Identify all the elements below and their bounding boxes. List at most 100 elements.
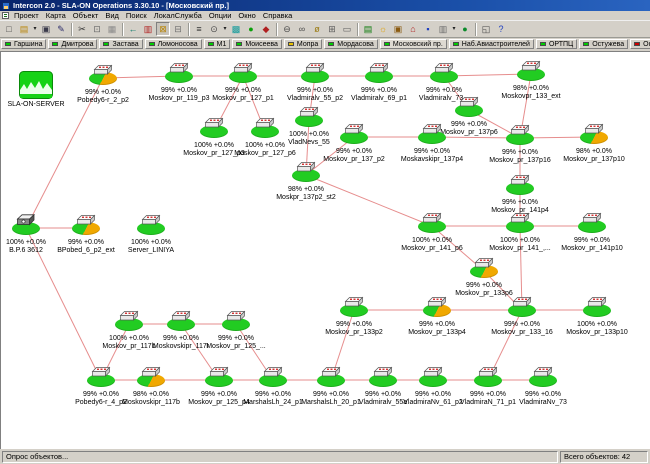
node-graphic <box>465 174 575 195</box>
router-icon <box>138 214 164 227</box>
map-tab-3[interactable]: Застава <box>99 39 142 49</box>
pointer-tool-icon[interactable]: ✎ <box>54 22 68 36</box>
map-object-icon[interactable]: ▣ <box>391 22 405 36</box>
menu-item-8[interactable]: Окно <box>238 11 255 20</box>
map-tab-9[interactable]: Московский пр. <box>380 39 447 49</box>
chart-icon[interactable]: ▥ <box>436 22 450 36</box>
map-tab-12[interactable]: Остужева <box>579 39 628 49</box>
tab-label: Наб.Авиастроителей <box>462 41 530 48</box>
router-icon <box>581 123 607 136</box>
node-metric: 100% +0.0% <box>96 239 206 247</box>
map-node-server-liniya[interactable]: 100% +0.0%Server_LINIYA <box>96 214 206 254</box>
link-icon[interactable]: ∞ <box>295 22 309 36</box>
map-node-moskov-pr-133p6[interactable]: 99% +0.0%Moskov_pr_133p6 <box>429 257 539 297</box>
traffic-light-icon[interactable]: ● <box>244 22 258 36</box>
hint-lamp-icon[interactable]: ☼ <box>376 22 390 36</box>
key-icon[interactable]: ø <box>310 22 324 36</box>
node-graphic <box>414 96 524 117</box>
save-project-icon[interactable]: ▣ <box>39 22 53 36</box>
menu-item-1[interactable]: Проект <box>14 11 39 20</box>
map-tab-5[interactable]: М1 <box>204 39 231 49</box>
map-tab-13[interactable]: Офисные центры <box>630 39 650 49</box>
menu-item-9[interactable]: Справка <box>263 11 292 20</box>
report-list-icon[interactable]: ▤ <box>361 22 375 36</box>
tab-status-dot <box>634 42 640 46</box>
router-icon <box>518 60 544 73</box>
help-icon[interactable]: ? <box>494 22 508 36</box>
tool-bar: □▤▾▣✎✂⊡▦←▥⊠⊟≡⊙▾▩●◆⊖∞ø⊞▭▤☼▣⌂▪▥▾●◱? <box>0 20 650 38</box>
cascade-windows-icon[interactable]: ◱ <box>479 22 493 36</box>
menu-item-6[interactable]: ЛокалСлужба <box>154 11 202 20</box>
map-tab-1[interactable]: Гаршина <box>1 39 46 49</box>
table-icon[interactable]: ⊞ <box>325 22 339 36</box>
node-metric: 98% +0.0% <box>539 148 649 156</box>
map-node-moskov-pr-141p10[interactable]: 99% +0.0%Moskov_pr_141p10 <box>537 212 647 252</box>
node-metric: 99% +0.0% <box>537 237 647 245</box>
map-node-moskov-pr-133p10[interactable]: 100% +0.0%Moskov_pr_133p10 <box>542 296 650 336</box>
picture-icon[interactable]: ▩ <box>229 22 243 36</box>
node-graphic <box>539 123 649 144</box>
home-icon[interactable]: ⌂ <box>406 22 420 36</box>
tab-status-dot <box>328 42 334 46</box>
network-map-canvas[interactable]: SLA-ON-SERVER 99% +0.0%Pobedy6-r_2_p299%… <box>0 51 650 449</box>
unlock-object-icon[interactable]: ⊟ <box>171 22 185 36</box>
map-node-moskov-pr-125[interactable]: 99% +0.0%Moskov_pr_125_... <box>181 310 291 350</box>
map-tab-11[interactable]: ОРТПЦ <box>536 39 577 49</box>
menu-item-2[interactable]: Карта <box>46 11 66 20</box>
open-project-icon[interactable]: ▤ <box>17 22 31 36</box>
lock-object-icon[interactable]: ⊠ <box>156 22 170 36</box>
binoculars-icon[interactable]: ⊙ <box>207 22 221 36</box>
document-icon[interactable] <box>2 12 9 19</box>
map-tab-4[interactable]: Ломоносова <box>145 39 202 49</box>
node-graphic <box>251 161 361 182</box>
menu-item-5[interactable]: Поиск <box>126 11 147 20</box>
map-node-vladmiranv-73[interactable]: 99% +0.0%VladmiraNv_73 <box>488 366 598 406</box>
map-tab-10[interactable]: Наб.Авиастроителей <box>449 39 534 49</box>
menu-item-3[interactable]: Объект <box>73 11 99 20</box>
copy-icon[interactable]: ⊡ <box>90 22 104 36</box>
paste-icon[interactable]: ▦ <box>105 22 119 36</box>
menu-item-4[interactable]: Вид <box>105 11 119 20</box>
window-icon[interactable]: ▭ <box>340 22 354 36</box>
map-node-moskov-pr-137p10[interactable]: 98% +0.0%Moskov_pr_137p10 <box>539 123 649 163</box>
map-node-layer: SLA-ON-SERVER 99% +0.0%Pobedy6-r_2_p299%… <box>1 52 650 448</box>
back-arrow-icon[interactable]: ← <box>126 22 140 36</box>
toolbar-separator <box>122 23 124 36</box>
tab-label: Ломоносова <box>158 41 198 48</box>
sla-on-server-node[interactable]: SLA-ON-SERVER <box>0 71 91 109</box>
cut-icon[interactable]: ✂ <box>75 22 89 36</box>
tab-status-dot <box>288 42 294 46</box>
monitor-icon[interactable]: ▪ <box>421 22 435 36</box>
tab-label: Мордасова <box>337 41 374 48</box>
globe-icon[interactable]: ● <box>458 22 472 36</box>
alarm-icon[interactable]: ◆ <box>259 22 273 36</box>
map-node-moskov-pr-141p4[interactable]: 99% +0.0%Moskov_pr_141p4 <box>465 174 575 214</box>
map-tab-6[interactable]: Моисеева <box>232 39 282 49</box>
map-tab-8[interactable]: Мордасова <box>324 39 378 49</box>
map-tab-2[interactable]: Дмитрова <box>48 39 97 49</box>
object-card-icon[interactable]: ▥ <box>141 22 155 36</box>
router-icon <box>584 296 610 309</box>
print-icon[interactable]: ≡ <box>192 22 206 36</box>
tab-status-dot <box>103 42 109 46</box>
binoculars-dropdown-icon[interactable]: ▾ <box>222 22 228 36</box>
node-metric: 99% +0.0% <box>181 335 291 343</box>
server-icon <box>19 71 53 99</box>
router-icon <box>90 64 116 77</box>
zoom-out-icon[interactable]: ⊖ <box>280 22 294 36</box>
new-project-icon[interactable]: □ <box>2 22 16 36</box>
map-node-moskovpr-133-ext[interactable]: 98% +0.0%Moskovpr_133_ext <box>476 60 586 100</box>
router-icon <box>223 310 249 323</box>
tab-label: Гаршина <box>14 41 42 48</box>
menu-item-7[interactable]: Опции <box>209 11 232 20</box>
router-icon <box>419 123 445 136</box>
menu-bar: Проект Карта Объект Вид Поиск ЛокалСлужба Опци… <box>0 11 650 20</box>
chart-dropdown-icon[interactable]: ▾ <box>451 22 457 36</box>
open-project-dropdown-icon[interactable]: ▾ <box>32 22 38 36</box>
node-label: Moskov_pr_141p10 <box>537 245 647 253</box>
tab-label: ОРТПЦ <box>549 41 573 48</box>
map-node-moskpr-137p2-st2[interactable]: 98% +0.0%Moskpr_137p2_st2 <box>251 161 361 201</box>
node-graphic <box>488 366 598 387</box>
map-tab-7[interactable]: Мопра <box>284 39 322 49</box>
node-label: VladmiraNv_73 <box>488 399 598 407</box>
